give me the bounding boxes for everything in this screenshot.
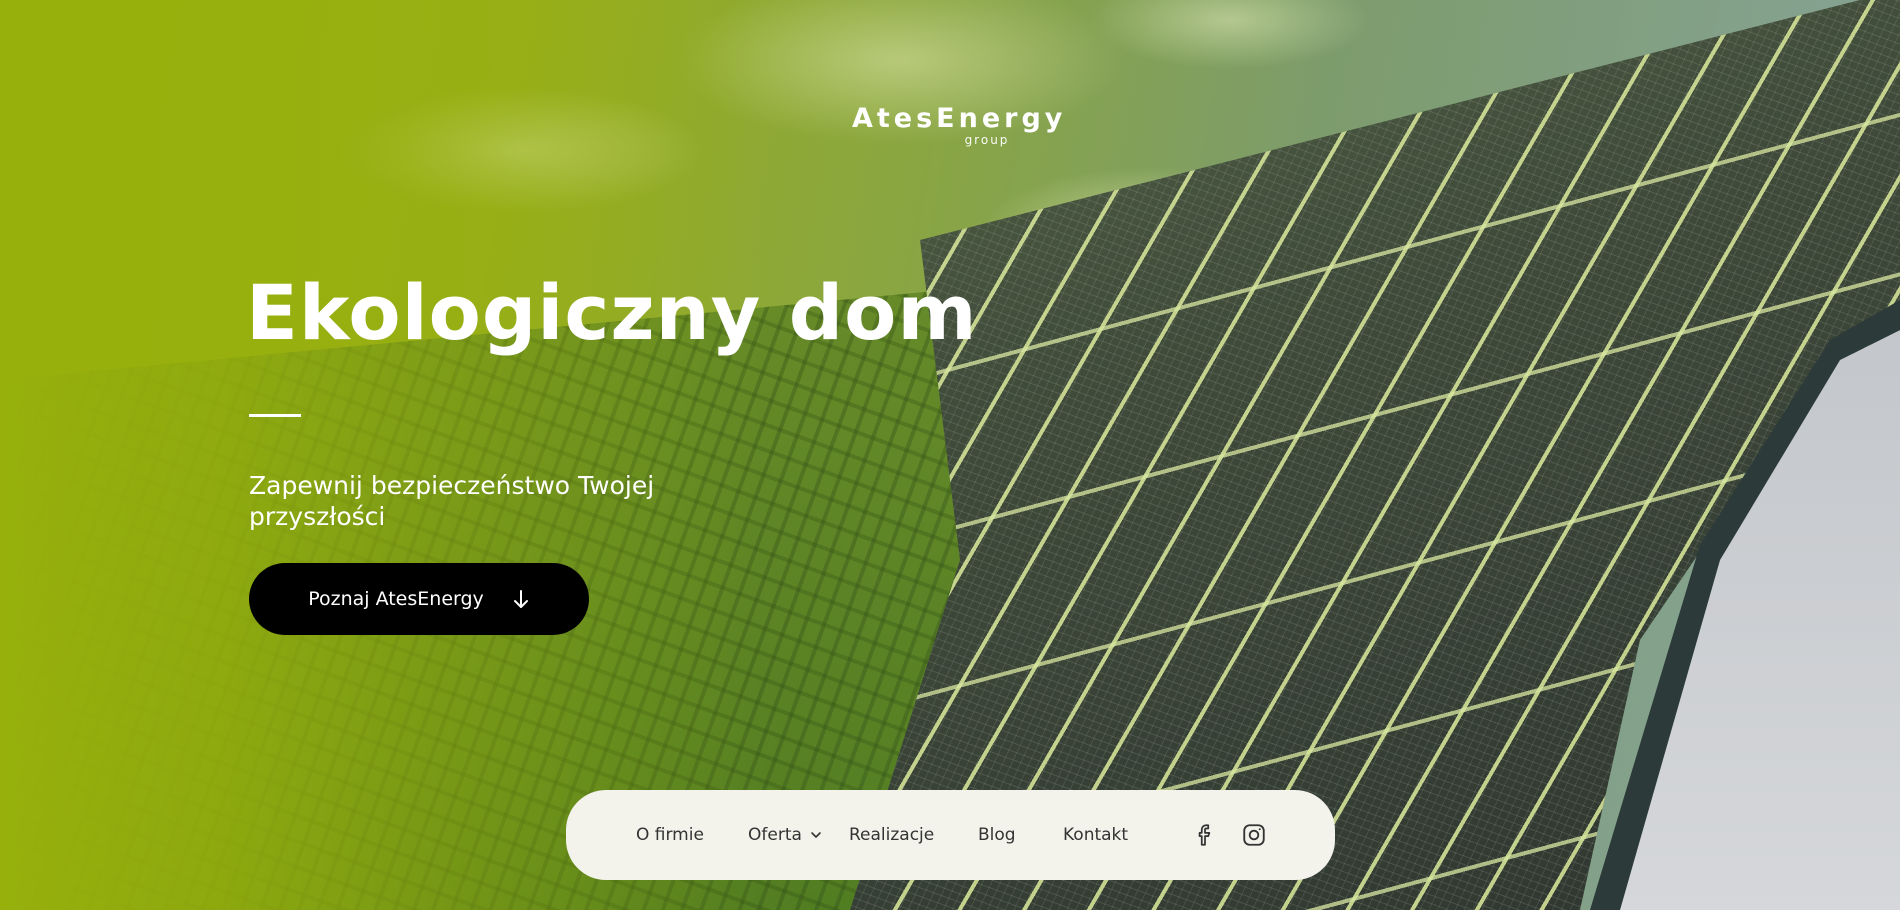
chevron-down-icon bbox=[810, 831, 822, 839]
hero-subtitle: Zapewnij bezpieczeństwo Twojej przyszłoś… bbox=[249, 471, 655, 531]
brand-logo-tagline: group bbox=[964, 133, 1010, 147]
brand-logo-name: AtesEnergy bbox=[852, 103, 1067, 134]
nav-item-oferta[interactable]: Oferta bbox=[748, 790, 822, 880]
nav-item-label: Oferta bbox=[748, 825, 802, 845]
facebook-icon[interactable] bbox=[1192, 822, 1218, 848]
bottom-navigation: O firmie Oferta Realizacje Blog Kontakt bbox=[566, 790, 1335, 880]
cta-label: Poznaj AtesEnergy bbox=[308, 588, 484, 610]
nav-item-label: Realizacje bbox=[849, 825, 935, 845]
nav-item-label: Kontakt bbox=[1063, 825, 1129, 845]
nav-item-label: O firmie bbox=[636, 825, 704, 845]
hero-divider bbox=[249, 414, 301, 417]
arrow-down-icon bbox=[512, 589, 530, 609]
nav-item-kontakt[interactable]: Kontakt bbox=[1063, 790, 1128, 880]
nav-item-label: Blog bbox=[978, 825, 1016, 845]
brand-logo[interactable]: AtesEnergy group bbox=[852, 103, 1067, 147]
hero-section: AtesEnergy group Ekologiczny dom Zapewni… bbox=[0, 0, 1900, 910]
nav-item-o-firmie[interactable]: O firmie bbox=[636, 790, 704, 880]
poznaj-ates-energy-button[interactable]: Poznaj AtesEnergy bbox=[249, 563, 589, 635]
nav-item-realizacje[interactable]: Realizacje bbox=[849, 790, 934, 880]
instagram-icon[interactable] bbox=[1241, 822, 1267, 848]
hero-headline: Ekologiczny dom bbox=[246, 268, 978, 357]
nav-item-blog[interactable]: Blog bbox=[978, 790, 1016, 880]
